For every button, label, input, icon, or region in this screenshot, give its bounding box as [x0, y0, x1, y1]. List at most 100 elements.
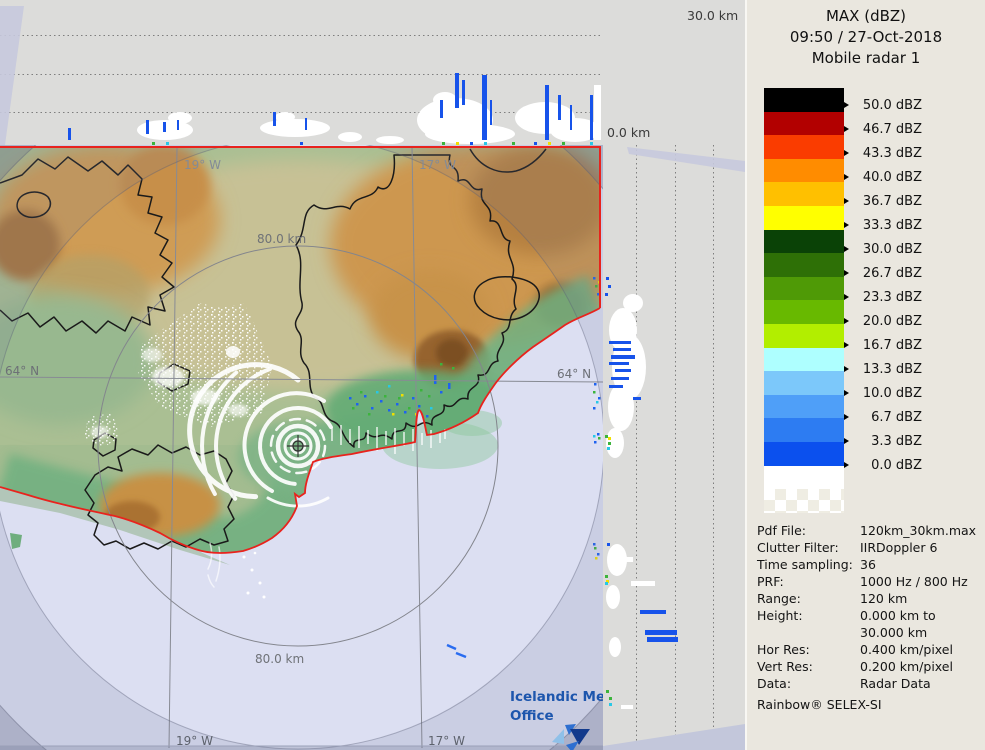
- lat64-right-label: 64° N: [557, 367, 591, 381]
- tick-arrow-icon: [844, 438, 849, 444]
- colorbar-segment: [764, 347, 844, 372]
- legend-value-label: 6.7 dBZ: [871, 409, 922, 425]
- tick-arrow-icon: [844, 246, 849, 252]
- legend-value-label: 16.7 dBZ: [862, 337, 922, 353]
- colorbar-segment: [764, 158, 844, 183]
- colorbar-segment: [764, 276, 844, 301]
- scan-metadata-table: Pdf File: 120km_30km.max Clutter Filter: II…: [757, 522, 981, 713]
- metadata-row: Pdf File: 120km_30km.max: [757, 522, 981, 539]
- lon17-top-label: 17° W: [419, 158, 456, 172]
- colorbar-segment: [764, 489, 844, 513]
- lon19-top-label: 19° W: [184, 158, 221, 172]
- right-height-projection-panel: [603, 145, 745, 750]
- metadata-row: Hor Res: 0.400 km/pixel: [757, 641, 981, 658]
- tick-arrow-icon: [844, 318, 849, 324]
- tick-arrow-icon: [844, 126, 849, 132]
- legend-entry: 6.7 dBZ: [844, 409, 922, 425]
- radar-application-window: 30.0 km 0.0 km 19° W 17° W 19° W 17° W 6…: [0, 0, 985, 750]
- metadata-label: Range:: [757, 591, 801, 606]
- legend-value-label: 23.3 dBZ: [862, 289, 922, 305]
- legend-value-label: 26.7 dBZ: [862, 265, 922, 281]
- tick-arrow-icon: [844, 294, 849, 300]
- radar-source-name: Mobile radar 1: [811, 49, 921, 67]
- legend-value-label: 13.3 dBZ: [862, 361, 922, 377]
- metadata-label: Hor Res:: [757, 642, 810, 657]
- imo-logo-text-line1: Icelandic Met: [510, 689, 603, 705]
- legend-value-label: 43.3 dBZ: [862, 145, 922, 161]
- metadata-value: 120 km: [860, 591, 908, 606]
- colorbar-segment: [764, 111, 844, 136]
- metadata-label: Height:: [757, 608, 803, 623]
- profile-min-height-label: 0.0 km: [607, 125, 651, 140]
- legend-value-label: 33.3 dBZ: [862, 217, 922, 233]
- metadata-row: Data: Radar Data: [757, 675, 981, 692]
- metadata-label: Clutter Filter:: [757, 540, 839, 555]
- legend-entry: 3.3 dBZ: [844, 433, 922, 449]
- tick-arrow-icon: [844, 174, 849, 180]
- legend-entry: 50.0 dBZ: [844, 97, 922, 113]
- metadata-value: IIRDoppler 6: [860, 540, 938, 555]
- metadata-row: 30.000 km: [757, 624, 981, 641]
- tick-arrow-icon: [844, 342, 849, 348]
- metadata-row: Vert Res: 0.200 km/pixel: [757, 658, 981, 675]
- metadata-row: Height: 0.000 km to: [757, 607, 981, 624]
- legend-value-label: 20.0 dBZ: [862, 313, 922, 329]
- legend-entry: 16.7 dBZ: [844, 337, 922, 353]
- tick-arrow-icon: [844, 462, 849, 468]
- tick-arrow-icon: [844, 366, 849, 372]
- legend-value-label: 40.0 dBZ: [862, 169, 922, 185]
- product-title: MAX (dBZ): [825, 7, 907, 25]
- colorbar-segment: [764, 418, 844, 442]
- colorbar-segment: [764, 205, 844, 230]
- legend-entry: 13.3 dBZ: [844, 361, 922, 377]
- software-name-label: Rainbow® SELEX-SI: [757, 697, 882, 712]
- range-ring-bottom-label: 80.0 km: [255, 652, 304, 666]
- metadata-value: Radar Data: [860, 676, 931, 691]
- metadata-row: Range: 120 km: [757, 590, 981, 607]
- legend-value-label: 10.0 dBZ: [862, 385, 922, 401]
- colorbar-segment: [764, 229, 844, 254]
- colorbar-segment: [764, 300, 844, 324]
- metadata-value: 0.400 km/pixel: [860, 642, 953, 657]
- legend-entry: 36.7 dBZ: [844, 193, 922, 209]
- metadata-value: 0.200 km/pixel: [860, 659, 953, 674]
- radar-map-canvas: 19° W 17° W 19° W 17° W 64° N 64° N 80.0…: [0, 145, 603, 750]
- metadata-label: [757, 624, 860, 641]
- colorbar-segment: [764, 182, 844, 206]
- legend-entry: 40.0 dBZ: [844, 169, 922, 185]
- colorbar-segment: [764, 253, 844, 277]
- colorbar-segment: [764, 323, 844, 348]
- top-height-projection-panel: 30.0 km 0.0 km: [0, 0, 745, 145]
- legend-entry: 10.0 dBZ: [844, 385, 922, 401]
- metadata-label: PRF:: [757, 574, 784, 589]
- tick-arrow-icon: [844, 102, 849, 108]
- dbz-colorbar: [764, 88, 844, 513]
- metadata-value: 36: [860, 557, 876, 572]
- top-projection-canvas: [0, 0, 745, 145]
- tick-arrow-icon: [844, 198, 849, 204]
- legend-entry: 23.3 dBZ: [844, 289, 922, 305]
- legend-value-label: 46.7 dBZ: [862, 121, 922, 137]
- legend-entry: 0.0 dBZ: [844, 457, 922, 473]
- legend-entry: 46.7 dBZ: [844, 121, 922, 137]
- tick-arrow-icon: [844, 390, 849, 396]
- lat64-left-label: 64° N: [5, 364, 39, 378]
- tick-arrow-icon: [844, 270, 849, 276]
- range-ring-top-label: 80.0 km: [257, 232, 306, 246]
- colorbar-segment: [764, 371, 844, 395]
- metadata-row: PRF: 1000 Hz / 800 Hz: [757, 573, 981, 590]
- legend-value-label: 36.7 dBZ: [862, 193, 922, 209]
- lon17-bottom-label: 17° W: [428, 734, 465, 748]
- radar-map-viewport[interactable]: 19° W 17° W 19° W 17° W 64° N 64° N 80.0…: [0, 145, 603, 750]
- legend-entry: 43.3 dBZ: [844, 145, 922, 161]
- legend-value-label: 30.0 dBZ: [862, 241, 922, 257]
- metadata-row: Clutter Filter: IIRDoppler 6: [757, 539, 981, 556]
- sidebar-header: MAX (dBZ) 09:50 / 27-Oct-2018 Mobile rad…: [747, 6, 985, 69]
- legend-value-label: 0.0 dBZ: [871, 457, 922, 473]
- scan-datetime: 09:50 / 27-Oct-2018: [789, 28, 943, 46]
- lon19-bottom-label: 19° W: [176, 734, 213, 748]
- metadata-value: 30.000 km: [860, 625, 928, 640]
- colorbar-segment: [764, 88, 844, 112]
- legend-entry: 26.7 dBZ: [844, 265, 922, 281]
- tick-arrow-icon: [844, 222, 849, 228]
